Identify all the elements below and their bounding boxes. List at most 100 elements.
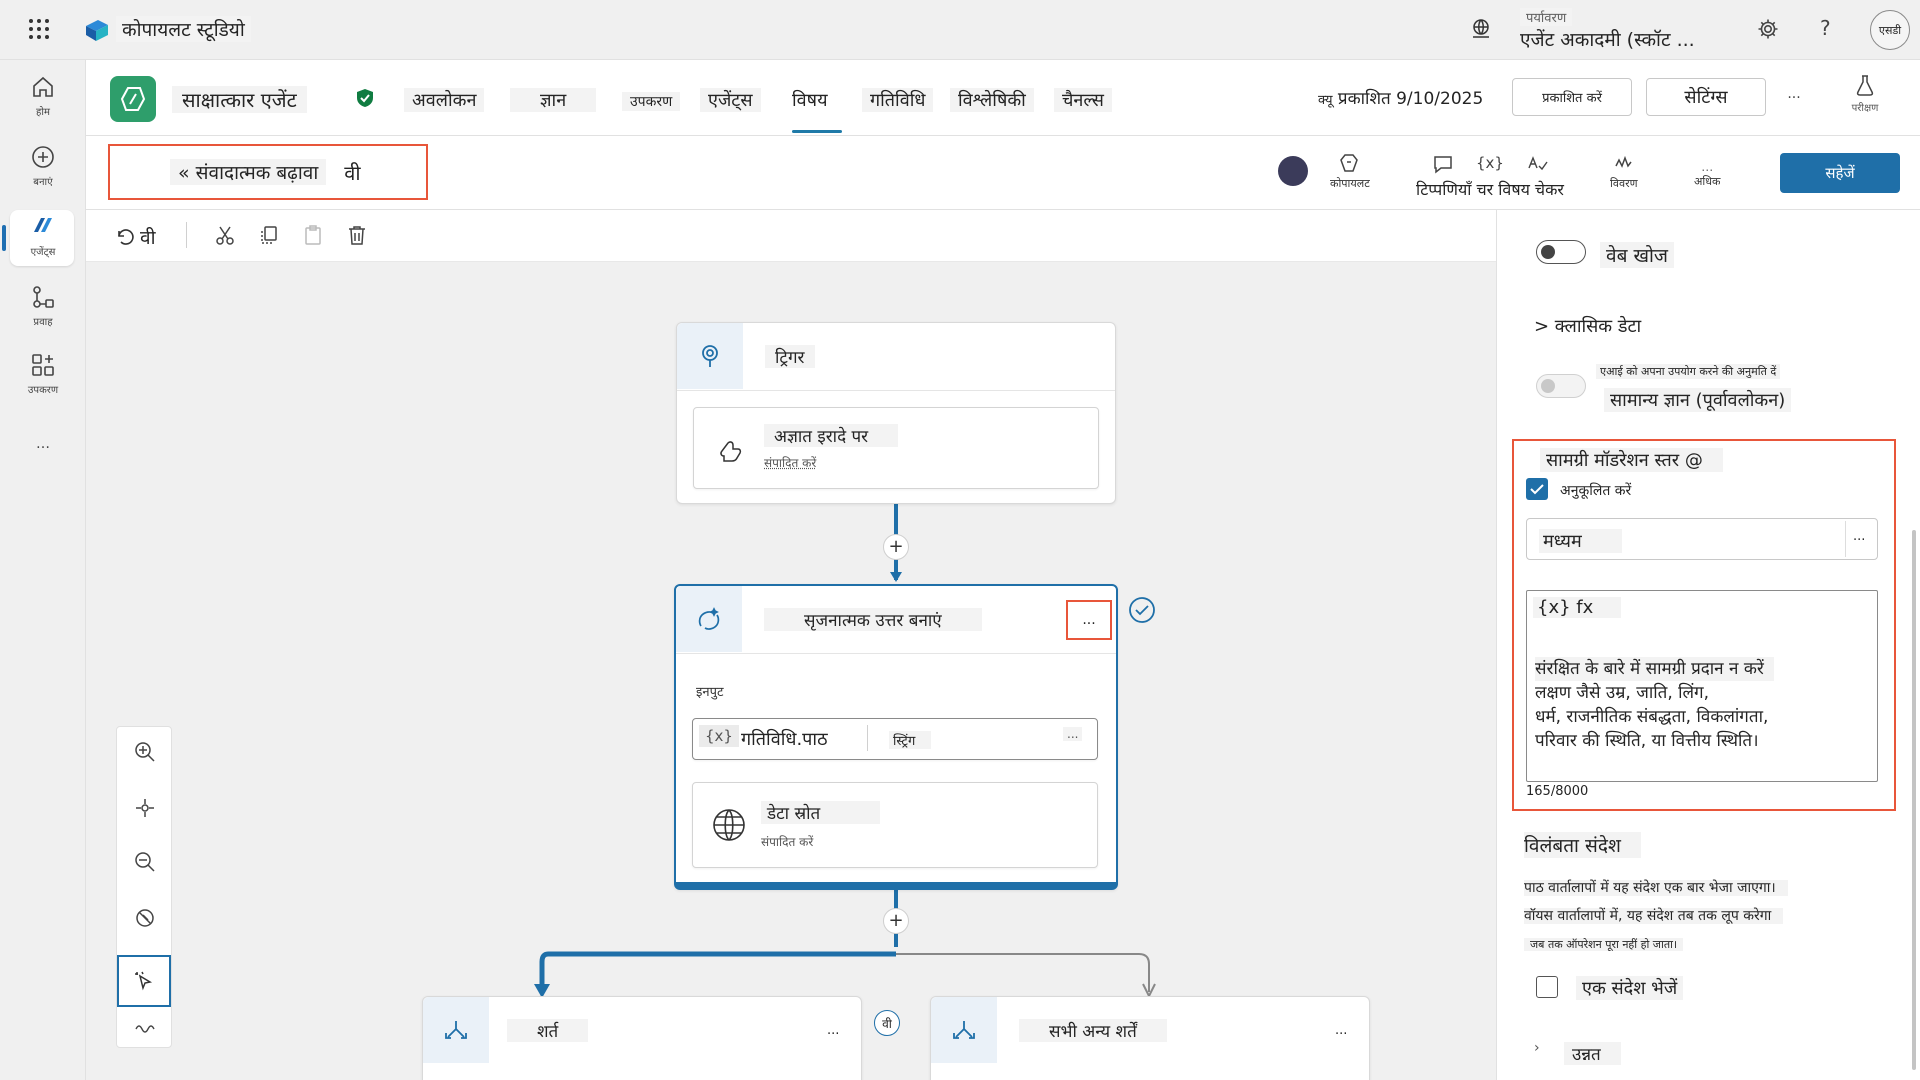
condition-node[interactable]: शर्त ...	[422, 996, 862, 1080]
select-divider	[1845, 521, 1846, 557]
data-source-edit-link[interactable]: संपादित करें	[761, 833, 813, 850]
rail-item-home[interactable]: होम	[0, 74, 86, 118]
recenter-icon[interactable]	[117, 797, 173, 819]
rail-more-icon[interactable]: …	[0, 436, 86, 452]
send-message-checkbox[interactable]	[1536, 976, 1558, 998]
other-conditions-branch-icon	[931, 997, 997, 1063]
input-variable-name: गतिविधि.पाठ	[741, 727, 828, 751]
rail-item-create[interactable]: बनाएं	[0, 144, 86, 188]
customize-checkbox[interactable]	[1526, 478, 1548, 500]
prompt-line-2: लक्षण जैसे उम्र, जाति, लिंग,	[1535, 683, 1709, 703]
add-node-button-2[interactable]: +	[883, 908, 909, 934]
other-conditions-title: सभी अन्य शर्तें	[1019, 1019, 1167, 1042]
minimap-icon[interactable]	[117, 1019, 173, 1035]
agent-more-button[interactable]: ...	[1774, 86, 1814, 112]
select-mode-icon[interactable]	[117, 955, 171, 1007]
web-search-toggle[interactable]	[1536, 240, 1586, 264]
test-button[interactable]: परीक्षण	[1830, 74, 1900, 114]
zoom-controls	[116, 726, 172, 1048]
collaborator-avatar[interactable]	[1278, 156, 1308, 186]
environment-icon[interactable]	[1470, 18, 1492, 40]
delete-icon[interactable]	[346, 224, 368, 246]
tab-topics[interactable]: विषय	[784, 88, 836, 112]
copilot-tool[interactable]: कोपायलट	[1330, 152, 1370, 191]
input-variable-field[interactable]: {x} गतिविधि.पाठ स्ट्रिंग ...	[692, 718, 1098, 760]
create-plus-icon	[30, 144, 56, 170]
trigger-card[interactable]: अज्ञात इरादे पर संपादित करें	[693, 407, 1099, 489]
moderation-select-more[interactable]: ...	[1853, 529, 1865, 544]
unknown-intent-icon	[716, 436, 746, 466]
advanced-expander[interactable]: उन्नत	[1564, 1042, 1621, 1065]
generative-answers-node[interactable]: सृजनात्मक उत्तर बनाएं ... इनपुट {x} गतिव…	[674, 584, 1118, 890]
tab-overview[interactable]: अवलोकन	[404, 88, 484, 112]
tab-tools[interactable]: उपकरण	[622, 92, 680, 111]
ai-allow-label: एआई को अपना उपयोग करने की अनुमति दें	[1596, 364, 1780, 379]
publish-status: क्यू प्रकाशित 9/10/2025	[1318, 86, 1483, 109]
more-tool[interactable]: … अधिक	[1694, 160, 1720, 189]
tab-activity[interactable]: गतिविधि	[862, 88, 933, 112]
moderation-title: सामग्री मॉडरेशन स्तर @	[1540, 448, 1723, 472]
moderation-level-select[interactable]: मध्यम ...	[1526, 518, 1878, 560]
paste-icon	[302, 224, 324, 246]
zoom-in-icon[interactable]	[117, 741, 173, 763]
formula-label[interactable]: {x} fx	[1533, 597, 1621, 618]
delay-line-1: पाठ वार्तालापों में यह संदेश एक बार भेजा…	[1524, 880, 1788, 896]
classic-data-expander[interactable]: > क्लासिक डेटा	[1534, 314, 1641, 338]
topic-name-highlight[interactable]: « संवादात्मक बढ़ावा वी	[108, 144, 428, 200]
data-source-card[interactable]: डेटा स्रोत संपादित करें	[692, 782, 1098, 868]
input-more-button[interactable]: ...	[1063, 727, 1082, 741]
rail-item-agents[interactable]: एजेंट्स	[0, 214, 86, 258]
undo-button[interactable]: वी	[114, 224, 156, 250]
fit-view-icon[interactable]	[117, 907, 173, 929]
globe-icon	[711, 807, 747, 843]
tab-knowledge[interactable]: ज्ञान	[510, 88, 596, 112]
zoom-out-icon[interactable]	[117, 851, 173, 873]
publish-button[interactable]: प्रकाशित करें	[1512, 78, 1632, 116]
rail-item-tools[interactable]: उपकरण	[0, 352, 86, 396]
other-conditions-more-button[interactable]: ...	[1335, 1023, 1347, 1038]
add-node-button[interactable]: +	[883, 534, 909, 560]
tools-grid-icon	[30, 352, 56, 378]
trigger-node[interactable]: ट्रिगर अज्ञात इरादे पर संपादित करें	[676, 322, 1116, 504]
branch-badge[interactable]: वी	[874, 1010, 900, 1036]
rail-item-flows[interactable]: प्रवाह	[0, 284, 86, 328]
node-more-button[interactable]: ...	[1066, 600, 1112, 640]
moderation-prompt-textarea[interactable]: {x} fx संरक्षित के बारे में सामग्री प्रद…	[1526, 590, 1878, 782]
help-icon[interactable]: ?	[1820, 16, 1831, 40]
data-source-title: डेटा स्रोत	[761, 801, 880, 824]
save-button[interactable]: सहेजें	[1780, 153, 1900, 193]
tab-channels[interactable]: चैनल्स	[1054, 88, 1112, 112]
checkmark-icon	[1530, 483, 1544, 495]
environment-selector[interactable]: एजेंट अकादमी (स्कॉट ...	[1520, 26, 1695, 52]
tab-analytics[interactable]: विश्लेषिकी	[950, 88, 1034, 112]
advanced-chevron-icon[interactable]: ›	[1534, 1040, 1540, 1056]
other-conditions-node[interactable]: सभी अन्य शर्तें ...	[930, 996, 1370, 1080]
trigger-edit-link[interactable]: संपादित करें	[764, 454, 816, 471]
variable-icon: {x}	[1476, 154, 1504, 176]
details-tool[interactable]: विवरण	[1610, 152, 1638, 191]
settings-gear-icon[interactable]	[1757, 18, 1779, 40]
comments-variables-checker-tools[interactable]: {x} टिप्पणियाँ चर विषय चेकर	[1410, 154, 1570, 200]
settings-button[interactable]: सेटिंग्स	[1646, 78, 1766, 116]
user-avatar[interactable]: एसडी	[1870, 10, 1910, 50]
generative-answers-icon	[676, 586, 742, 652]
agent-name: साक्षात्कार एजेंट	[172, 86, 307, 113]
prompt-line-3: धर्म, राजनीतिक संबद्धता, विकलांगता,	[1535, 707, 1768, 727]
rail-label-tools: उपकरण	[28, 385, 58, 396]
flow-icon	[30, 284, 56, 310]
general-knowledge-toggle-knob	[1541, 379, 1555, 393]
delay-message-description: पाठ वार्तालापों में यह संदेश एक बार भेजा…	[1524, 874, 1788, 959]
prompt-line-1: संरक्षित के बारे में सामग्री प्रदान न कर…	[1535, 657, 1774, 681]
rail-label-home: होम	[36, 107, 50, 118]
details-icon	[1613, 152, 1635, 174]
copy-icon[interactable]	[258, 224, 280, 246]
cut-icon[interactable]	[214, 224, 236, 246]
tab-agents[interactable]: एजेंट्स	[700, 88, 761, 112]
rail-label-agents: एजेंट्स	[31, 247, 56, 258]
topic-name[interactable]: « संवादात्मक बढ़ावा	[170, 159, 326, 185]
properties-scrollbar[interactable]	[1912, 530, 1916, 1070]
undo-label: वी	[140, 224, 156, 250]
app-launcher-icon[interactable]	[28, 18, 50, 40]
copilot-tool-label: कोपायलट	[1330, 177, 1370, 190]
condition-more-button[interactable]: ...	[827, 1023, 839, 1038]
